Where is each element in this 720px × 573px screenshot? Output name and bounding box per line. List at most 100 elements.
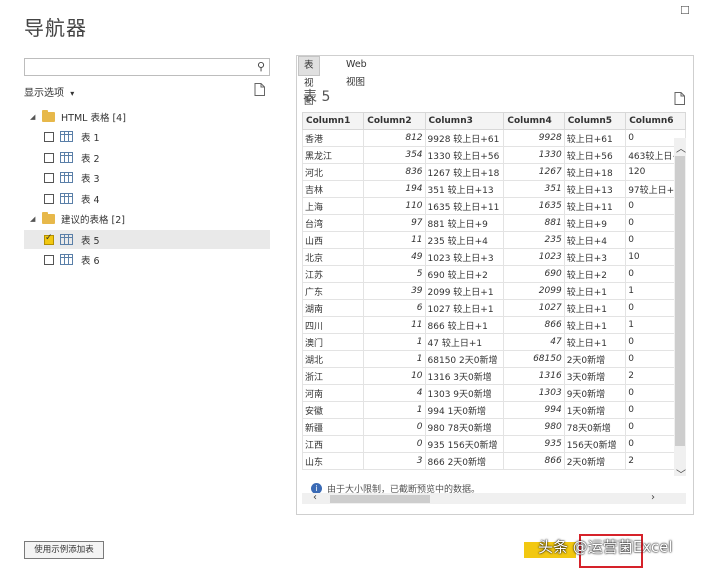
column-header[interactable]: Column1: [302, 112, 365, 130]
vertical-scroll-thumb[interactable]: [675, 156, 685, 446]
table-row: 湖北 1 68150 2天0新增 68150 2天0新增 0: [302, 350, 686, 368]
table-cell: 9928 较上日+61: [424, 129, 505, 147]
table-cell: 1316 3天0新增: [424, 367, 505, 385]
column-header[interactable]: Column4: [503, 112, 565, 130]
column-header[interactable]: Column5: [563, 112, 627, 130]
checkbox[interactable]: [44, 131, 54, 142]
scroll-left-icon[interactable]: ‹: [313, 492, 317, 503]
column-header[interactable]: Column2: [363, 112, 426, 130]
table-cell: 3天0新增: [563, 367, 627, 385]
checkbox[interactable]: [44, 254, 54, 265]
table-icon: [60, 234, 73, 245]
scroll-right-icon[interactable]: ›: [651, 492, 655, 503]
table-row: 湖南 6 1027 较上日+1 1027 较上日+1 0: [302, 299, 686, 317]
tab-web-view[interactable]: Web 视图: [341, 56, 372, 88]
column-header[interactable]: Column6: [625, 112, 686, 130]
table-cell: 河南: [302, 384, 365, 402]
table-cell: 3: [363, 452, 426, 470]
table-cell: 四川: [302, 316, 365, 334]
search-icon[interactable]: ⚲: [257, 60, 265, 73]
scroll-down-icon[interactable]: ﹀: [676, 466, 686, 481]
display-options-dropdown[interactable]: 显示选项 ▾: [24, 84, 74, 99]
window-title: 导航器: [24, 16, 87, 40]
table-cell: 较上日+11: [563, 197, 627, 215]
table-cell: 354: [363, 146, 426, 164]
table-cell: 安徽: [302, 401, 365, 419]
column-header[interactable]: Column3: [424, 112, 505, 130]
table-cell: 235: [503, 231, 565, 249]
table-header-row: Column1 Column2 Column3 Column4 Column5 Colum…: [302, 112, 686, 130]
table-row: 安徽 1 994 1天0新增 994 1天0新增 0: [302, 401, 686, 419]
table-cell: 866 较上日+1: [424, 316, 505, 334]
tree-group-html-tables[interactable]: ◢ HTML 表格 [4]: [24, 107, 270, 126]
watermark: 头条 @运营菌Excel: [538, 538, 673, 556]
table-cell: 较上日+1: [563, 282, 627, 300]
tree-item-table-1[interactable]: 表 1: [24, 127, 290, 146]
tab-table-view[interactable]: 表视图: [298, 56, 320, 107]
table-cell: 湖南: [302, 299, 365, 317]
tree-item-label: 表 6: [81, 255, 100, 267]
export-file-icon[interactable]: [674, 92, 685, 105]
checkbox[interactable]: [44, 193, 54, 204]
table-cell: 1027 较上日+1: [424, 299, 505, 317]
table-cell: 湖北: [302, 350, 365, 368]
tree-item-table-4[interactable]: 表 4: [24, 189, 290, 208]
collapse-triangle-icon[interactable]: ◢: [30, 215, 38, 223]
table-icon: [60, 131, 73, 142]
horizontal-scroll-thumb[interactable]: [330, 495, 430, 503]
table-cell: 2099 较上日+1: [424, 282, 505, 300]
table-cell: 1267: [503, 163, 565, 181]
table-cell: 866: [503, 316, 565, 334]
add-table-using-examples-button[interactable]: 使用示例添加表: [24, 541, 104, 559]
checkbox-checked[interactable]: [44, 233, 54, 245]
preview-title: 表 5: [303, 89, 331, 105]
tree-item-label: 表 5: [81, 235, 100, 247]
table-cell: 690: [503, 265, 565, 283]
scroll-up-icon[interactable]: ︿: [676, 140, 686, 155]
table-row: 江西 0 935 156天0新增 935 156天0新增 0: [302, 435, 686, 453]
checkbox[interactable]: [44, 152, 54, 163]
table-cell: 较上日+1: [563, 299, 627, 317]
table-cell: 1天0新增: [563, 401, 627, 419]
tree-item-label: 表 2: [81, 153, 100, 165]
tree-item-table-6[interactable]: 表 6: [24, 250, 290, 269]
checkbox[interactable]: [44, 172, 54, 183]
tree-item-table-5[interactable]: 表 5: [24, 230, 270, 249]
table-cell: 较上日+13: [563, 180, 627, 198]
table-row: 四川 11 866 较上日+1 866 较上日+1 1: [302, 316, 686, 334]
table-icon: [60, 254, 73, 265]
search-input[interactable]: ⚲: [24, 58, 270, 76]
table-cell: 10: [363, 367, 426, 385]
table-icon: [60, 172, 73, 183]
table-cell: 47: [503, 333, 565, 351]
table-cell: 935 156天0新增: [424, 435, 505, 453]
tree-item-label: 表 3: [81, 173, 100, 185]
tree-item-table-3[interactable]: 表 3: [24, 168, 290, 187]
collapse-triangle-icon[interactable]: ◢: [30, 113, 38, 121]
table-cell: 2099: [503, 282, 565, 300]
table-cell: 5: [363, 265, 426, 283]
table-cell: 较上日+4: [563, 231, 627, 249]
table-cell: 1330 较上日+56: [424, 146, 505, 164]
table-row: 江苏 5 690 较上日+2 690 较上日+2 0: [302, 265, 686, 283]
table-cell: 1316: [503, 367, 565, 385]
table-cell: 4: [363, 384, 426, 402]
table-cell: 1: [363, 401, 426, 419]
table-cell: 吉林: [302, 180, 365, 198]
table-row: 山西 11 235 较上日+4 235 较上日+4 0: [302, 231, 686, 249]
table-icon: [60, 193, 73, 204]
display-options-label: 显示选项: [24, 88, 64, 99]
refresh-file-icon[interactable]: [254, 83, 265, 96]
tree-group-suggested-tables[interactable]: ◢ 建议的表格 [2]: [24, 209, 270, 228]
table-cell: 1330: [503, 146, 565, 164]
table-cell: 1635 较上日+11: [424, 197, 505, 215]
table-cell: 河北: [302, 163, 365, 181]
table-cell: 935: [503, 435, 565, 453]
table-row: 北京 49 1023 较上日+3 1023 较上日+3 10: [302, 248, 686, 266]
tree-item-table-2[interactable]: 表 2: [24, 148, 290, 167]
table-cell: 山东: [302, 452, 365, 470]
table-cell: 上海: [302, 197, 365, 215]
table-cell: 68150 2天0新增: [424, 350, 505, 368]
table-cell: 浙江: [302, 367, 365, 385]
maximize-button[interactable]: ☐: [680, 4, 690, 17]
